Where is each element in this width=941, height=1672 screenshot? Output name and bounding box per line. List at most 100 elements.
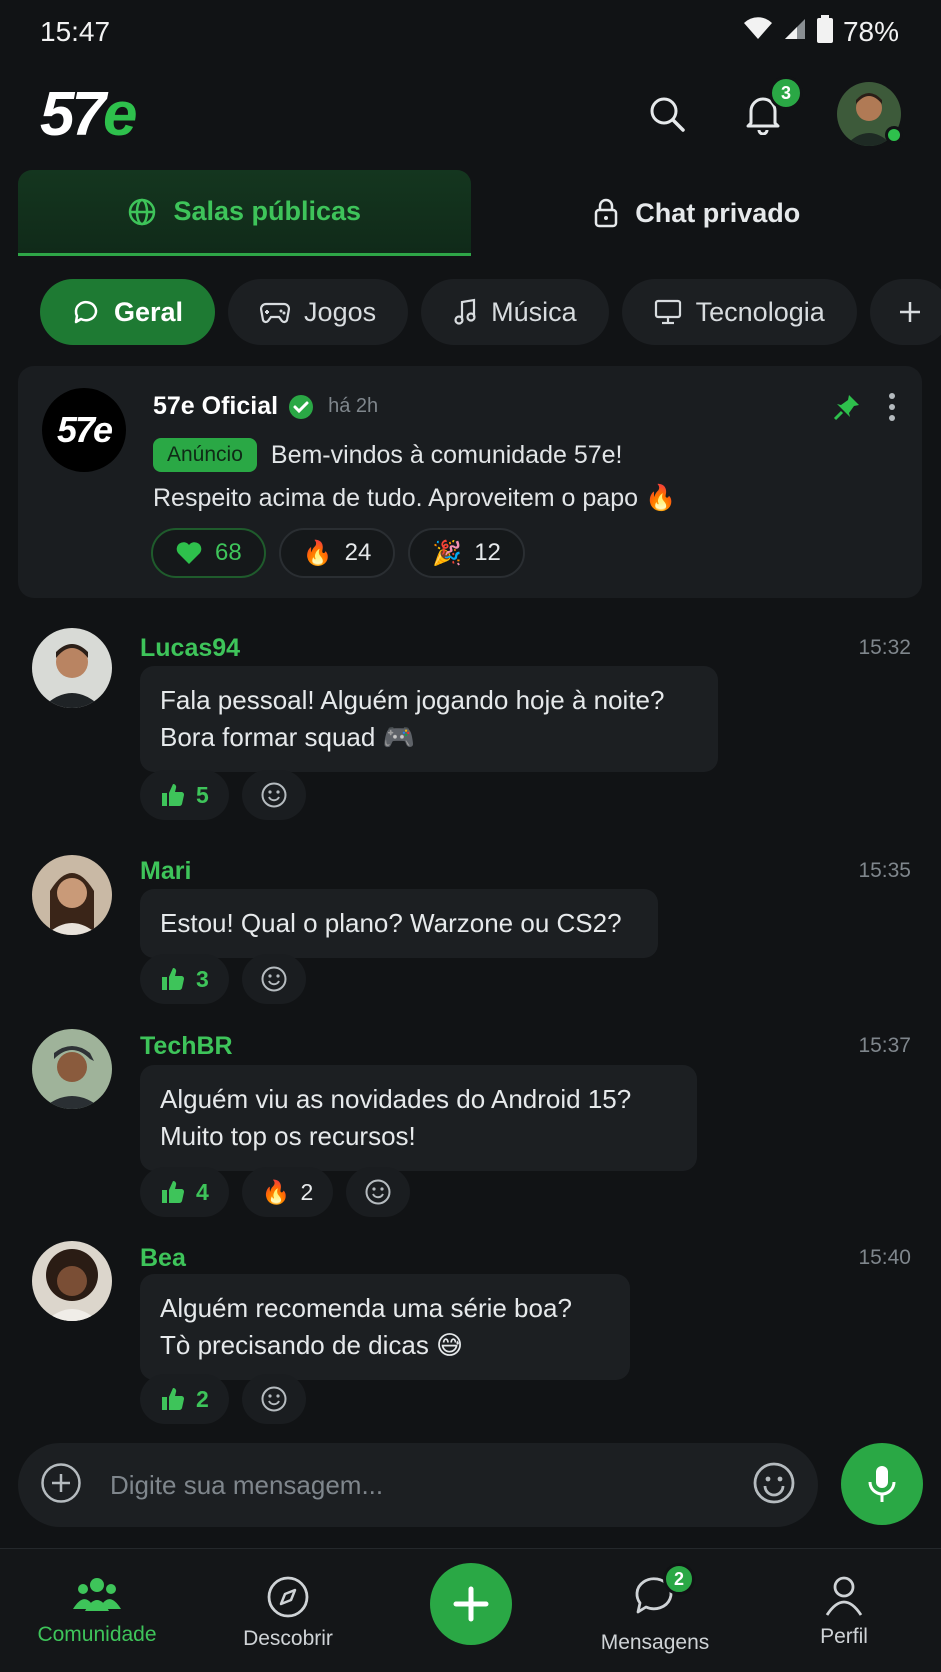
create-post-button[interactable] bbox=[430, 1563, 512, 1645]
thumbs-up-icon bbox=[162, 783, 185, 807]
avatar[interactable] bbox=[32, 1241, 112, 1321]
lock-icon bbox=[594, 198, 618, 228]
user-avatar-button[interactable] bbox=[837, 82, 903, 146]
voice-message-button[interactable] bbox=[841, 1443, 923, 1525]
reaction-fire[interactable]: 🔥 24 bbox=[278, 528, 396, 578]
add-reaction-button[interactable] bbox=[346, 1167, 411, 1217]
like-button[interactable]: 5 bbox=[140, 770, 229, 820]
pinned-time: há 2h bbox=[328, 395, 379, 417]
pinned-text-line-1: Anúncio Bem-vindos à comunidade 57e! bbox=[153, 438, 623, 472]
app-logo[interactable]: 57e bbox=[40, 79, 138, 150]
message-time: 15:32 bbox=[858, 636, 911, 659]
chip-jogos[interactable]: Jogos bbox=[228, 279, 409, 345]
heart-icon bbox=[176, 542, 202, 564]
message-author[interactable]: Lucas94 bbox=[140, 634, 240, 663]
message-reactions: 5 bbox=[140, 770, 306, 820]
tab-label: Salas públicas bbox=[173, 196, 362, 226]
party-popper-icon: 🎉 bbox=[432, 539, 463, 567]
plus-icon bbox=[899, 302, 920, 322]
add-reaction-button[interactable] bbox=[241, 1374, 306, 1424]
nav-discover[interactable]: Descobrir bbox=[203, 1549, 373, 1672]
reaction-party[interactable]: 🎉 12 bbox=[408, 528, 525, 578]
search-button[interactable] bbox=[645, 92, 689, 136]
chip-tecnologia[interactable]: Tecnologia bbox=[621, 279, 857, 345]
signal-icon bbox=[783, 16, 807, 48]
online-status-indicator bbox=[885, 126, 903, 144]
avatar[interactable] bbox=[32, 1029, 112, 1109]
thumbs-up-icon bbox=[162, 1387, 185, 1411]
tab-public-rooms[interactable]: Salas públicas bbox=[18, 170, 471, 256]
header-actions: 3 bbox=[645, 76, 903, 146]
category-chips: Geral Jogos Música Tecnologia bbox=[40, 279, 941, 345]
compass-icon bbox=[267, 1576, 309, 1618]
monitor-icon bbox=[654, 299, 681, 325]
add-category-button[interactable] bbox=[869, 279, 941, 345]
add-reaction-button[interactable] bbox=[241, 770, 306, 820]
pinned-author: 57e Oficial bbox=[153, 392, 279, 420]
message-author[interactable]: TechBR bbox=[140, 1032, 233, 1061]
message-input[interactable] bbox=[82, 1455, 752, 1515]
reaction-heart[interactable]: 68 bbox=[151, 528, 266, 578]
notifications-badge: 3 bbox=[769, 76, 803, 110]
battery-icon bbox=[816, 14, 833, 50]
message-bubble[interactable]: Fala pessoal! Alguém jogando hoje à noit… bbox=[140, 666, 718, 772]
emoji-button[interactable] bbox=[752, 1461, 796, 1510]
chat-bubble-icon bbox=[74, 300, 98, 324]
nav-community[interactable]: Comunidade bbox=[12, 1549, 182, 1672]
announcement-tag: Anúncio bbox=[153, 438, 257, 472]
status-bar: 15:47 78% bbox=[0, 0, 941, 64]
pinned-text-line-2: Respeito acima de tudo. Aproveitem o pap… bbox=[153, 484, 677, 512]
pin-icon bbox=[832, 392, 862, 427]
smiley-icon bbox=[261, 782, 287, 808]
pinned-announcement: 57e 57e Oficial há 2h Anúncio Bem-vindos… bbox=[18, 366, 922, 598]
pinned-header: 57e Oficial há 2h bbox=[153, 392, 378, 421]
pinned-reactions: 68 🔥 24 🎉 12 bbox=[151, 528, 525, 578]
message-bubble[interactable]: Alguém recomenda uma série boa? Tò preci… bbox=[140, 1274, 630, 1380]
notifications-button[interactable]: 3 bbox=[741, 76, 803, 136]
message-author[interactable]: Bea bbox=[140, 1244, 186, 1273]
like-button[interactable]: 2 bbox=[140, 1374, 229, 1424]
profile-icon bbox=[825, 1576, 863, 1616]
verified-badge-icon bbox=[289, 394, 314, 419]
message-reactions: 4 🔥 2 bbox=[140, 1167, 411, 1217]
like-button[interactable]: 4 bbox=[140, 1167, 229, 1217]
attach-button[interactable] bbox=[40, 1462, 82, 1509]
smiley-icon bbox=[261, 1386, 287, 1412]
smiley-icon bbox=[365, 1179, 391, 1205]
nav-messages[interactable]: 2 Mensagens bbox=[570, 1549, 740, 1672]
tab-private-chat[interactable]: Chat privado bbox=[471, 170, 924, 256]
message-author[interactable]: Mari bbox=[140, 857, 191, 886]
status-icons: 78% bbox=[743, 14, 899, 50]
app-header: 57e 3 bbox=[0, 64, 941, 164]
globe-icon bbox=[129, 198, 156, 225]
tab-label: Chat privado bbox=[635, 197, 801, 228]
message-bubble[interactable]: Estou! Qual o plano? Warzone ou CS2? bbox=[140, 889, 658, 958]
fire-icon: 🔥 bbox=[302, 539, 333, 567]
fire-reaction-button[interactable]: 🔥 2 bbox=[241, 1167, 334, 1217]
add-reaction-button[interactable] bbox=[241, 954, 306, 1004]
fire-icon: 🔥 bbox=[261, 1178, 291, 1205]
nav-profile[interactable]: Perfil bbox=[759, 1549, 929, 1672]
avatar[interactable] bbox=[32, 628, 112, 708]
gamepad-icon bbox=[260, 302, 291, 324]
avatar[interactable] bbox=[32, 855, 112, 935]
message-reactions: 2 bbox=[140, 1374, 306, 1424]
message-time: 15:37 bbox=[858, 1034, 911, 1057]
message-bubble[interactable]: Alguém viu as novidades do Android 15? M… bbox=[140, 1065, 697, 1171]
more-options-icon[interactable] bbox=[888, 392, 896, 427]
chip-geral[interactable]: Geral bbox=[40, 279, 216, 345]
smiley-icon bbox=[753, 1462, 795, 1503]
search-icon bbox=[650, 97, 685, 132]
like-button[interactable]: 3 bbox=[140, 954, 229, 1004]
clock: 15:47 bbox=[40, 16, 111, 47]
thumbs-up-icon bbox=[162, 967, 185, 991]
message-time: 15:35 bbox=[858, 859, 911, 882]
plus-icon bbox=[453, 1586, 489, 1622]
chip-musica[interactable]: Música bbox=[421, 279, 609, 345]
community-icon bbox=[73, 1578, 121, 1611]
wifi-icon bbox=[743, 16, 773, 48]
message-time: 15:40 bbox=[858, 1246, 911, 1269]
battery-level: 78% bbox=[842, 16, 899, 47]
official-avatar: 57e bbox=[42, 388, 126, 472]
thumbs-up-icon bbox=[162, 1180, 185, 1204]
